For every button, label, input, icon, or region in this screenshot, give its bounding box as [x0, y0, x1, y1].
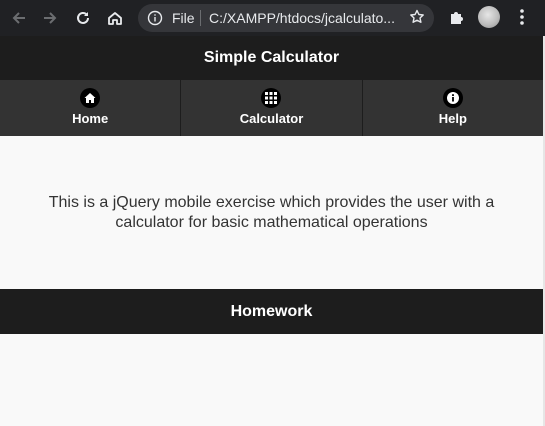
arrow-left-icon[interactable]	[8, 7, 30, 29]
reload-icon[interactable]	[72, 7, 94, 29]
home-icon[interactable]	[104, 7, 126, 29]
info-icon	[442, 88, 463, 108]
page-header: Simple Calculator	[0, 36, 543, 80]
kebab-menu-icon[interactable]	[512, 7, 532, 32]
page-footer: Homework	[0, 289, 543, 334]
nav-item-label: Calculator	[239, 111, 304, 126]
profile-avatar[interactable]	[478, 6, 500, 28]
nav-item-calculator[interactable]: Calculator	[181, 80, 363, 136]
divider	[200, 10, 201, 26]
file-scheme-label: File	[172, 10, 195, 26]
page-background	[0, 334, 543, 426]
page-title: Simple Calculator	[203, 49, 340, 66]
footer-title: Homework	[230, 302, 313, 320]
browser-toolbar: File C:/XAMPP/htdocs/jcalculato...	[0, 0, 545, 36]
nav-item-home[interactable]: Home	[0, 80, 182, 136]
puzzle-icon[interactable]	[447, 7, 467, 32]
navbar: Home Calculator Help	[0, 80, 543, 136]
nav-item-label: Home	[72, 111, 109, 126]
arrow-right-icon[interactable]	[39, 7, 61, 29]
intro-text: This is a jQuery mobile exercise which p…	[48, 193, 495, 231]
address-bar[interactable]: File C:/XAMPP/htdocs/jcalculato...	[138, 4, 434, 32]
grid-icon	[261, 88, 282, 108]
nav-item-help[interactable]: Help	[362, 80, 543, 136]
page-content: This is a jQuery mobile exercise which p…	[0, 136, 543, 289]
url-text[interactable]: C:/XAMPP/htdocs/jcalculato...	[209, 10, 395, 26]
star-icon[interactable]	[408, 8, 426, 29]
home-icon	[80, 88, 101, 108]
nav-item-label: Help	[438, 111, 467, 126]
info-icon[interactable]	[147, 10, 163, 29]
